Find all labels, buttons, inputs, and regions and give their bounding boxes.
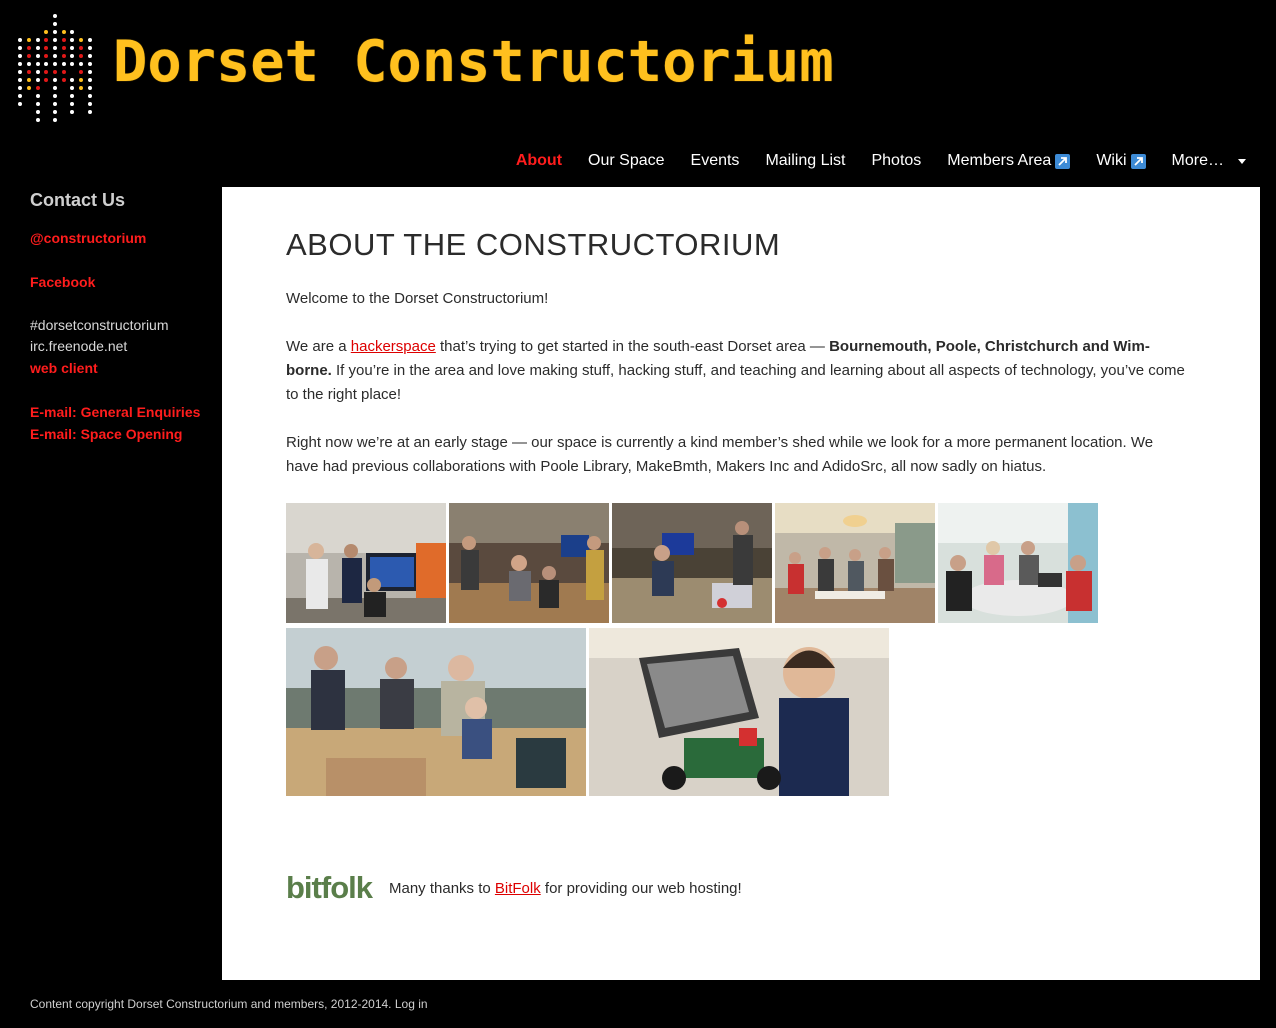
nav-item-photos[interactable]: Photos xyxy=(871,152,921,170)
nav-item-label: More… xyxy=(1171,152,1224,169)
copyright-text: Content copyright Dorset Constructorium … xyxy=(30,997,392,1011)
nav-item-label: Mailing List xyxy=(765,152,846,169)
hosting-text: Many thanks to xyxy=(389,880,495,897)
intro-text: that’s trying to get started in the sout… xyxy=(435,338,830,355)
login-link[interactable]: Log in xyxy=(395,997,428,1011)
external-link-icon xyxy=(1130,153,1146,169)
site-header: Dorset Constructorium xyxy=(0,0,1276,145)
photo-people-at-screen[interactable] xyxy=(286,503,446,623)
photo-meeting-room-kids[interactable] xyxy=(286,628,586,796)
nav-item-about[interactable]: About xyxy=(516,152,562,170)
main-content: ABOUT THE CONSTRUCTORIUM Welcome to the … xyxy=(222,187,1260,980)
chevron-down-icon xyxy=(1238,158,1246,164)
email-general-link[interactable]: E-mail: General Enquiries xyxy=(30,401,215,423)
intro-paragraph: We are a hackerspace that’s trying to ge… xyxy=(286,335,1186,407)
web-client-link[interactable]: web client xyxy=(30,357,215,379)
welcome-text: Welcome to the Dorset Constructorium! xyxy=(286,290,549,307)
twitter-link[interactable]: @constructorium xyxy=(30,227,215,249)
sidebar: Contact Us @constructorium Facebook #dor… xyxy=(30,190,215,445)
nav-item-members-area[interactable]: Members Area xyxy=(947,152,1071,170)
intro-text: If you’re in the area and love making st… xyxy=(286,362,1185,403)
nav-item-label: About xyxy=(515,152,563,169)
main-navigation: About Our Space Events Mailing List Phot… xyxy=(516,152,1246,170)
site-title[interactable]: Dorset Constructorium xyxy=(113,30,834,94)
nav-item-label: Photos xyxy=(871,152,922,169)
facebook-link[interactable]: Facebook xyxy=(30,271,215,293)
external-link-icon xyxy=(1055,153,1071,169)
hosting-credit: Many thanks to BitFolk for providing our… xyxy=(389,879,742,899)
hosting-text: for providing our web hosting! xyxy=(540,880,742,897)
nav-item-label: Our Space xyxy=(588,152,665,169)
photo-soldering-table[interactable] xyxy=(612,503,772,623)
constructorium-logo-icon[interactable] xyxy=(12,10,98,128)
bitfolk-logo[interactable]: bitfolk xyxy=(286,871,373,905)
nav-item-label: Events xyxy=(690,152,740,169)
page-title: ABOUT THE CONSTRUCTORIUM xyxy=(286,227,781,262)
nav-item-events[interactable]: Events xyxy=(691,152,740,170)
nav-item-mailing-list[interactable]: Mailing List xyxy=(765,152,845,170)
photo-workbench-group[interactable] xyxy=(449,503,609,623)
email-space-link[interactable]: E-mail: Space Opening xyxy=(30,423,215,445)
intro-text: We are a xyxy=(286,338,351,355)
irc-server: irc.freenode.net xyxy=(30,338,128,354)
site-footer: Content copyright Dorset Constructorium … xyxy=(30,997,428,1011)
hackerspace-link[interactable]: hackerspace xyxy=(351,338,436,355)
nav-item-label: Members Area xyxy=(947,152,1052,169)
nav-item-our-space[interactable]: Our Space xyxy=(588,152,664,170)
bitfolk-link[interactable]: BitFolk xyxy=(495,880,541,897)
nav-item-wiki[interactable]: Wiki xyxy=(1096,152,1146,170)
sidebar-heading: Contact Us xyxy=(30,190,126,210)
photo-round-table-laptops[interactable] xyxy=(938,503,1098,623)
irc-channel: #dorsetconstructorium xyxy=(30,317,169,333)
photo-cafe-meetup[interactable] xyxy=(775,503,935,623)
status-paragraph: Right now we’re at an early stage — our … xyxy=(286,434,1154,475)
nav-item-label: Wiki xyxy=(1096,152,1127,169)
nav-item-more[interactable]: More… xyxy=(1172,152,1246,170)
photo-child-robot-car[interactable] xyxy=(589,628,889,796)
